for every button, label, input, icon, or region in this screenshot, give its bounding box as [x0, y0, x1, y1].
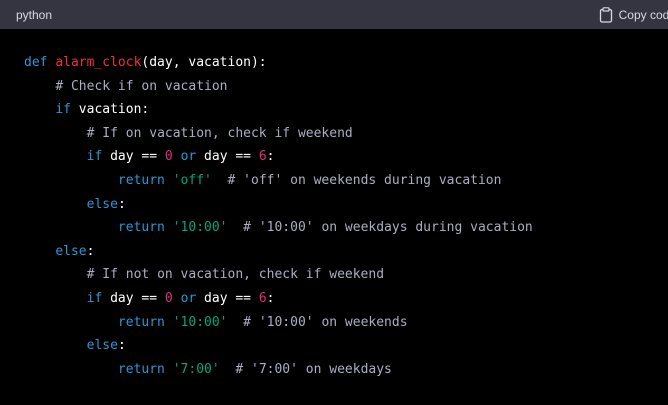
code-token: : [117, 196, 126, 212]
code-token: # If not on vacation, check if weekend [86, 267, 385, 283]
code-token: # If on vacation, check if weekend [86, 125, 353, 141]
code-token: : [86, 243, 95, 259]
code-token: alarm_clock [55, 55, 142, 70]
code-token: : [266, 290, 275, 306]
code-token: else [86, 338, 118, 354]
copy-code-label: Copy code [618, 7, 668, 22]
code-token: or [180, 149, 197, 165]
code-token: 'off' [172, 172, 212, 188]
code-token: '7:00' [172, 361, 220, 377]
code-token: # 'off' on weekends during vacation [227, 172, 502, 188]
code-line: return 'off' # 'off' on weekends during … [24, 169, 668, 193]
code-token: 6 [258, 149, 267, 165]
code-line: else: [24, 193, 668, 217]
code-line: return '7:00' # '7:00' on weekdays [24, 358, 668, 382]
code-token: day == [196, 290, 259, 306]
code-token: else [86, 196, 118, 212]
code-token: def [24, 55, 56, 70]
code-token: 6 [258, 290, 267, 306]
code-token: if [86, 290, 103, 306]
code-token: # '7:00' on weekdays [235, 361, 392, 377]
code-line: # If not on vacation, check if weekend [24, 263, 668, 287]
code-token: 0 [164, 290, 173, 306]
code-line: # If on vacation, check if weekend [24, 122, 668, 146]
code-token: vacation: [70, 102, 150, 118]
code-line: def alarm_clock(day, vacation): [24, 51, 668, 75]
code-token: day == [102, 149, 165, 165]
code-line: else: [24, 240, 668, 264]
code-token: return [117, 314, 165, 330]
code-block-header: python Copy code [0, 0, 668, 29]
code-token: # '10:00' on weekends [243, 314, 408, 330]
code-content[interactable]: def alarm_clock(day, vacation): # Check … [0, 29, 668, 381]
code-token: '10:00' [172, 220, 228, 236]
code-token: return [117, 172, 165, 188]
code-token: 0 [164, 149, 173, 165]
language-label: python [16, 7, 53, 22]
code-token: # Check if on vacation [55, 78, 228, 94]
clipboard-icon [599, 6, 613, 23]
code-token: : [117, 338, 126, 354]
code-line: else: [24, 334, 668, 358]
code-line: return '10:00' # '10:00' on weekdays dur… [24, 216, 668, 240]
code-token: : [266, 149, 275, 165]
copy-code-button[interactable]: Copy code [599, 6, 668, 23]
code-token: day == [196, 149, 259, 165]
code-line: # Check if on vacation [24, 75, 668, 99]
code-line: return '10:00' # '10:00' on weekends [24, 311, 668, 335]
code-token: return [117, 220, 165, 236]
code-token: or [180, 290, 197, 306]
code-block: python Copy code def alarm_clock(day, va… [0, 0, 668, 405]
code-token: day == [102, 290, 165, 306]
code-line: if day == 0 or day == 6: [24, 287, 668, 311]
code-line: if vacation: [24, 98, 668, 122]
code-token: return [117, 361, 165, 377]
code-token: (day, vacation): [141, 55, 267, 70]
code-token: # '10:00' on weekdays during vacation [243, 220, 533, 236]
code-token: '10:00' [172, 314, 228, 330]
code-token: if [86, 149, 103, 165]
code-token: if [55, 102, 71, 118]
code-token: else [55, 243, 87, 259]
code-line: if day == 0 or day == 6: [24, 145, 668, 169]
